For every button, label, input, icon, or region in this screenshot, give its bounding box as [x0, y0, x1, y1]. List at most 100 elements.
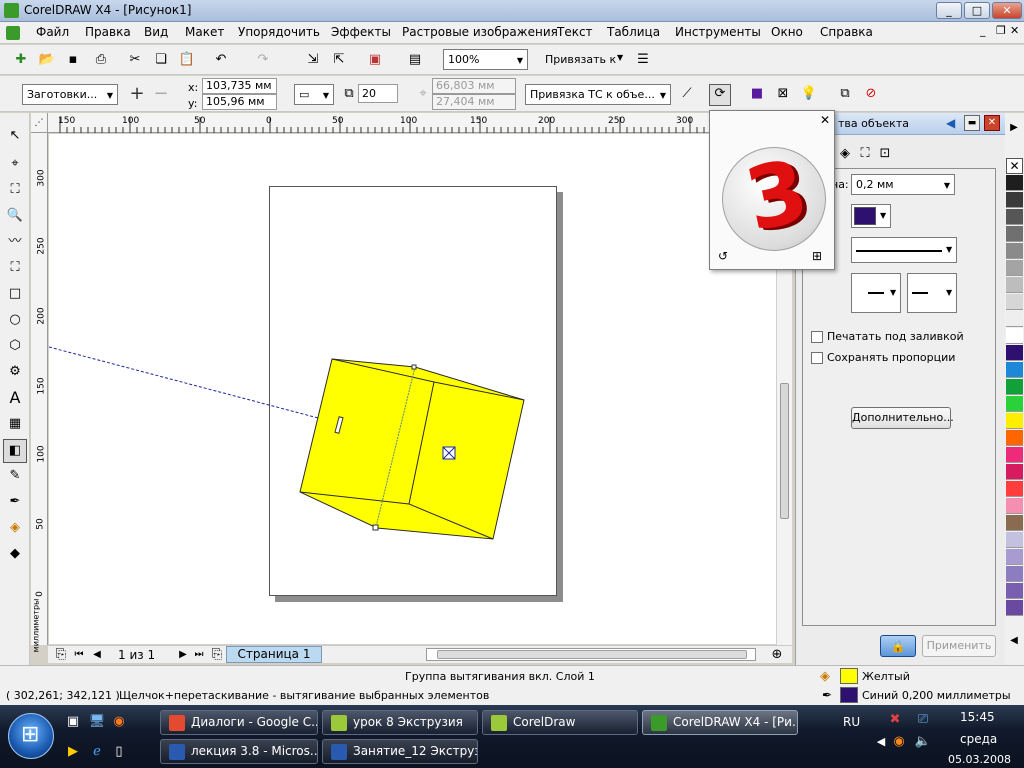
undo-icon[interactable]: ↶ [212, 51, 230, 69]
prev-page-icon[interactable]: ◀ [88, 646, 106, 664]
task-google[interactable]: Диалоги - Google C... [160, 710, 318, 735]
outline-width-select[interactable]: 0,2 мм [851, 174, 955, 195]
tray-app-icon[interactable]: ◉ [890, 733, 908, 751]
task-lesson12[interactable]: Занятие_12 Экструз... [322, 739, 478, 764]
start-button[interactable]: ⊞ [8, 713, 54, 759]
tab-outline-icon[interactable]: ⛶ [856, 145, 874, 163]
scale-checkbox[interactable] [811, 352, 823, 364]
menu-effects[interactable]: Эффекты [331, 25, 391, 39]
mdi-min-icon[interactable]: _ [980, 24, 986, 37]
tray-network-icon[interactable]: ✖ [886, 711, 904, 729]
popup-close-icon[interactable]: ✕ [820, 113, 830, 127]
behind-fill-checkbox[interactable] [811, 331, 823, 343]
rotation-sphere[interactable]: 3 [722, 141, 826, 251]
h-scroll-thumb[interactable] [437, 650, 747, 659]
menu-tools[interactable]: Инструменты [675, 25, 761, 39]
menu-bitmaps[interactable]: Растровые изображения [402, 25, 558, 39]
media-icon[interactable]: ▶ [64, 743, 82, 761]
firefox-icon[interactable]: ◉ [110, 713, 128, 731]
new-icon[interactable]: ✚ [12, 51, 30, 69]
v-scroll-thumb[interactable] [780, 383, 789, 519]
add-preset-icon[interactable]: + [128, 85, 146, 103]
h-scrollbar[interactable] [426, 648, 756, 661]
interactive-fill-icon[interactable]: ◆ [6, 545, 24, 563]
clock-time[interactable]: 15:45 [960, 710, 995, 724]
welcome-icon[interactable]: ▤ [406, 51, 424, 69]
menu-window[interactable]: Окно [771, 25, 803, 39]
palette-swatch[interactable] [1006, 532, 1023, 548]
palette-swatch[interactable] [1006, 328, 1023, 344]
page-tab[interactable]: Страница 1 [226, 646, 322, 663]
copy-icon[interactable]: ❏ [152, 51, 170, 69]
docker-expand-icon[interactable]: ◀ [946, 116, 955, 130]
no-color-swatch[interactable]: ✕ [1006, 158, 1023, 174]
basic-shapes-icon[interactable]: ⚙ [6, 363, 24, 381]
menu-view[interactable]: Вид [144, 25, 168, 39]
docker-close-icon[interactable]: ✕ [984, 115, 1000, 131]
extrude-rotation-icon[interactable]: ⟳ [709, 84, 731, 106]
export-icon[interactable]: ⇱ [330, 51, 348, 69]
menu-help[interactable]: Справка [820, 25, 873, 39]
vp-x-field[interactable]: 66,803 мм [432, 78, 516, 94]
outline-color-picker[interactable]: ▼ [851, 204, 891, 228]
fill-swatch[interactable] [840, 668, 858, 684]
menu-text[interactable]: Текст [557, 25, 593, 39]
palette-swatch[interactable] [1006, 311, 1023, 327]
end-arrow-select[interactable]: ▼ [907, 273, 957, 313]
docker-minimize-icon[interactable]: ▬ [964, 115, 980, 131]
redo-icon[interactable]: ↷ [254, 51, 272, 69]
drawing-canvas[interactable] [49, 134, 777, 644]
freehand-tool-icon[interactable]: 〰 [6, 233, 24, 251]
menu-table[interactable]: Таблица [607, 25, 660, 39]
palette-swatch[interactable] [1006, 396, 1023, 412]
more-button[interactable]: Дополнительно... [851, 407, 954, 429]
handle[interactable] [372, 524, 379, 531]
mdi-restore-icon[interactable]: ❐ [996, 24, 1006, 37]
tab-general-icon[interactable]: ⊡ [876, 145, 894, 163]
task-coreldraw[interactable]: CorelDraw [482, 710, 638, 735]
palette-swatch[interactable] [1006, 430, 1023, 446]
palette-swatch[interactable] [1006, 175, 1023, 191]
open-icon[interactable]: 📂 [38, 51, 56, 69]
zoom-select[interactable]: 100% [443, 49, 528, 70]
fill-tool-icon[interactable]: ◈ [6, 519, 24, 537]
palette-swatch[interactable] [1006, 260, 1023, 276]
ruler-origin[interactable]: ⋰ [31, 113, 48, 133]
menu-edit[interactable]: Правка [85, 25, 131, 39]
palette-swatch[interactable] [1006, 583, 1023, 599]
handle[interactable] [411, 364, 417, 370]
bevel-icon[interactable]: ⊠ [774, 85, 792, 103]
menu-file[interactable]: Файл [36, 25, 69, 39]
palette-swatch[interactable] [1006, 277, 1023, 293]
reset-rotation-icon[interactable]: ↺ [718, 249, 728, 263]
lighting-icon[interactable]: 💡 [800, 85, 818, 103]
line-style-select[interactable]: ▼ [851, 237, 957, 263]
extrude-type-select[interactable]: ▭ [294, 84, 334, 105]
depth-field[interactable]: 20 [358, 84, 398, 103]
text-tool-icon[interactable]: A [6, 389, 24, 407]
vp-y-field[interactable]: 27,404 мм [432, 94, 516, 110]
clear-extrude-icon[interactable]: ⊘ [862, 85, 880, 103]
computer-icon[interactable]: 🖥 [88, 713, 106, 731]
palette-swatch[interactable] [1006, 566, 1023, 582]
tray-expand-icon[interactable]: ◀ [872, 733, 890, 751]
import-icon[interactable]: ⇲ [304, 51, 322, 69]
palette-swatch[interactable] [1006, 226, 1023, 242]
last-page-icon[interactable]: ⏭ [190, 646, 208, 664]
paste-icon[interactable]: 📋 [178, 51, 196, 69]
add-page-after-icon[interactable]: ⎘ [208, 646, 226, 664]
vp-lock-select[interactable]: Привязка ТС к объе... [525, 84, 671, 105]
launcher-icon[interactable]: ▣ [366, 51, 384, 69]
ellipse-tool-icon[interactable]: ○ [6, 311, 24, 329]
palette-swatch[interactable] [1006, 192, 1023, 208]
palette-swatch[interactable] [1006, 498, 1023, 514]
palette-swatch[interactable] [1006, 549, 1023, 565]
apply-button[interactable]: Применить [922, 635, 996, 657]
ie-icon[interactable]: ℯ [88, 743, 106, 761]
rotation-values-icon[interactable]: ⊞ [812, 249, 822, 263]
extruded-cube[interactable] [299, 358, 525, 540]
show-desktop-icon[interactable]: ▣ [64, 713, 82, 731]
first-page-icon[interactable]: ⏮ [70, 646, 88, 664]
presets-select[interactable]: Заготовки... [22, 84, 118, 105]
rectangle-tool-icon[interactable]: □ [6, 285, 24, 303]
